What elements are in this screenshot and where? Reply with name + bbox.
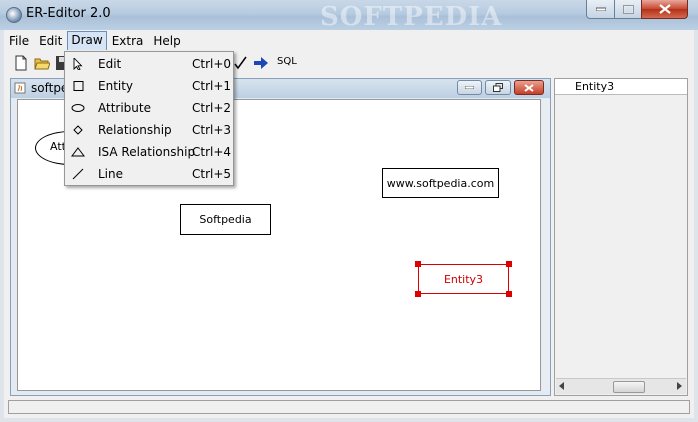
menu-draw[interactable]: Draw: [67, 31, 107, 51]
menu-help[interactable]: Help: [148, 31, 185, 49]
menu-edit[interactable]: Edit: [34, 31, 67, 49]
menu-item-line[interactable]: Line Ctrl+5: [65, 163, 233, 185]
selected-entity-box[interactable]: Entity3: [418, 264, 509, 294]
diagram-close-button[interactable]: [514, 80, 544, 95]
sql-button[interactable]: SQL: [277, 56, 297, 67]
entity-list-panel: [554, 78, 688, 396]
resize-handle[interactable]: [415, 291, 421, 297]
minimize-icon: [465, 86, 474, 89]
restore-icon: [493, 83, 503, 92]
panel-horizontal-scrollbar[interactable]: [556, 378, 686, 394]
diagram-restore-button[interactable]: [485, 80, 511, 95]
resize-handle[interactable]: [415, 261, 421, 267]
new-file-icon[interactable]: [13, 55, 29, 71]
resize-handle[interactable]: [506, 261, 512, 267]
diamond-icon: [73, 125, 83, 135]
draw-menu-dropdown: Edit Ctrl+0 Entity Ctrl+1 Attribute Ctrl…: [64, 51, 234, 186]
scroll-right-icon[interactable]: [677, 382, 683, 390]
line-icon: [72, 168, 84, 180]
scroll-thumb[interactable]: [613, 381, 645, 393]
close-button[interactable]: [641, 0, 688, 19]
menu-item-entity[interactable]: Entity Ctrl+1: [65, 75, 233, 97]
java-icon: [14, 82, 26, 94]
menu-bar: File Edit Draw Extra Help: [4, 30, 694, 51]
menu-item-edit[interactable]: Edit Ctrl+0: [65, 53, 233, 75]
check-icon[interactable]: [232, 55, 248, 71]
window-title: ER-Editor 2.0: [26, 6, 111, 21]
maximize-button[interactable]: [614, 0, 642, 19]
arrow-cursor-icon: [73, 58, 83, 70]
entity-label: Softpedia: [199, 213, 252, 226]
minimize-icon: [595, 7, 606, 11]
menu-item-isa-relationship[interactable]: ISA Relationship Ctrl+4: [65, 141, 233, 163]
resize-handle[interactable]: [506, 291, 512, 297]
menu-item-attribute[interactable]: Attribute Ctrl+2: [65, 97, 233, 119]
open-folder-icon[interactable]: [34, 55, 50, 71]
entity-label: Entity3: [443, 272, 484, 286]
menu-file[interactable]: File: [4, 31, 34, 49]
menu-extra[interactable]: Extra: [107, 31, 149, 49]
entity-box[interactable]: Softpedia: [180, 204, 271, 235]
rectangle-icon: [73, 81, 84, 91]
watermark: SOFTPEDIA: [320, 2, 503, 32]
menu-item-relationship[interactable]: Relationship Ctrl+3: [65, 119, 233, 141]
close-icon: [524, 83, 534, 92]
entity-box[interactable]: www.softpedia.com: [382, 168, 499, 198]
app-icon[interactable]: [6, 7, 22, 23]
minimize-button[interactable]: [586, 0, 615, 19]
entity-label: www.softpedia.com: [386, 176, 495, 190]
diagram-minimize-button[interactable]: [457, 80, 482, 95]
arrow-right-icon[interactable]: [253, 55, 269, 71]
triangle-icon: [71, 147, 85, 157]
ellipse-icon: [71, 104, 85, 112]
maximize-icon: [622, 4, 634, 14]
close-icon: [658, 4, 671, 14]
diagram-scrollbar[interactable]: [542, 99, 550, 391]
diagram-window-title: softpe: [31, 81, 69, 95]
list-item[interactable]: Entity3: [555, 79, 687, 95]
list-item-label: Entity3: [575, 80, 615, 93]
scroll-left-icon[interactable]: [559, 382, 565, 390]
status-field: [8, 400, 690, 414]
